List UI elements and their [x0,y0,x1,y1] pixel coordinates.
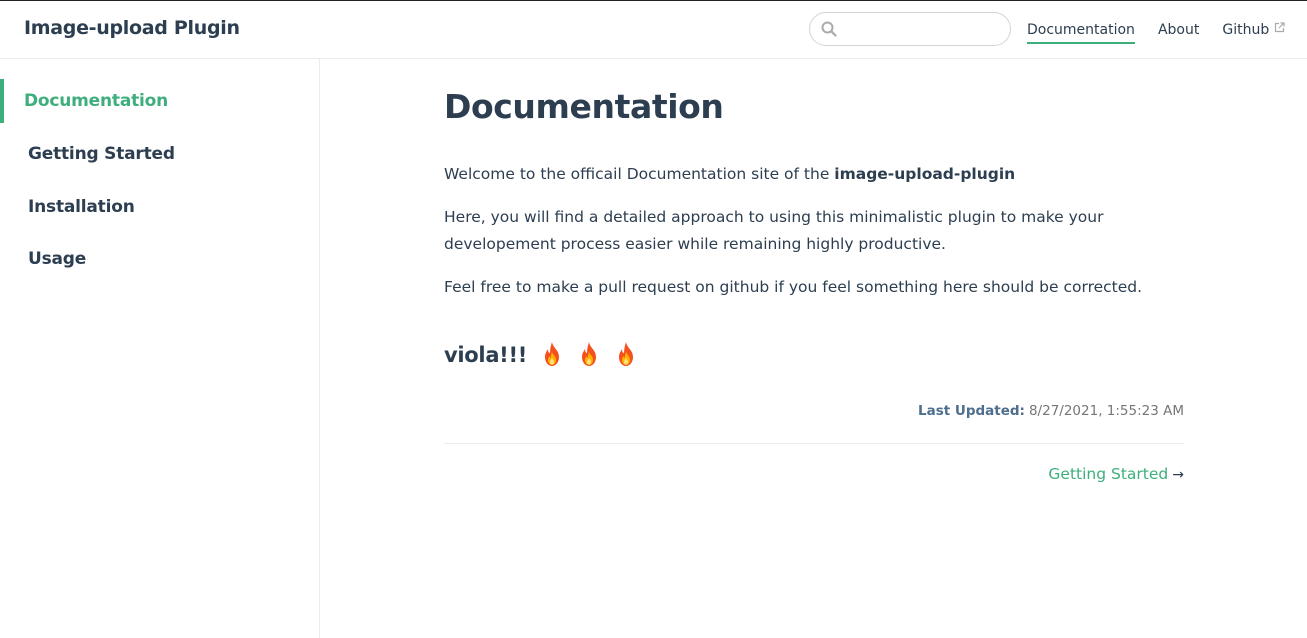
search-icon [821,21,837,37]
last-updated-value: 8/27/2021, 1:55:23 AM [1028,403,1184,419]
nav-link-github-label: Github [1222,22,1270,38]
intro-paragraph: Welcome to the officail Documentation si… [444,161,1184,188]
search-box[interactable] [809,12,1011,46]
nav-link-github[interactable]: Github [1222,20,1285,44]
sidebar-item-usage[interactable]: Usage [0,236,319,289]
page-nav: Getting Started → [444,464,1184,483]
last-updated-label: Last Updated: [917,403,1025,419]
fire-icon [619,342,634,366]
external-link-icon [1275,22,1285,33]
viola-heading: viola!!! [444,341,1184,371]
sidebar-item-documentation[interactable]: Documentation [0,79,319,123]
navbar: Image-upload Plugin Documentation About … [0,0,1307,59]
sidebar: Documentation Getting Started Installati… [0,59,320,638]
nav-links: Documentation About Github [1027,20,1307,44]
contribute-paragraph: Feel free to make a pull request on gith… [444,278,1143,296]
sidebar-item-getting-started[interactable]: Getting Started [0,131,319,184]
viola-text: viola!!! [444,343,528,367]
fire-icon [582,342,597,366]
search-input[interactable] [842,17,1002,41]
page-title: Documentation [444,87,724,126]
next-page-label: Getting Started [1048,465,1169,483]
divider [444,443,1184,444]
nav-link-about[interactable]: About [1158,20,1199,44]
sidebar-item-installation[interactable]: Installation [0,184,319,237]
nav-link-documentation[interactable]: Documentation [1027,20,1135,44]
main-content: Documentation Welcome to the officail Do… [444,59,1184,483]
next-page-link[interactable]: Getting Started → [1048,465,1184,483]
last-updated: Last Updated: 8/27/2021, 1:55:23 AM [444,403,1184,423]
plugin-name: image-upload-plugin [834,165,1016,183]
intro-text: Welcome to the officail Documentation si… [444,165,835,183]
next-arrow: → [1172,467,1184,483]
approach-paragraph: Here, you will find a detailed approach … [444,208,1104,253]
site-name[interactable]: Image-upload Plugin [24,17,240,39]
fire-icon [545,342,560,366]
